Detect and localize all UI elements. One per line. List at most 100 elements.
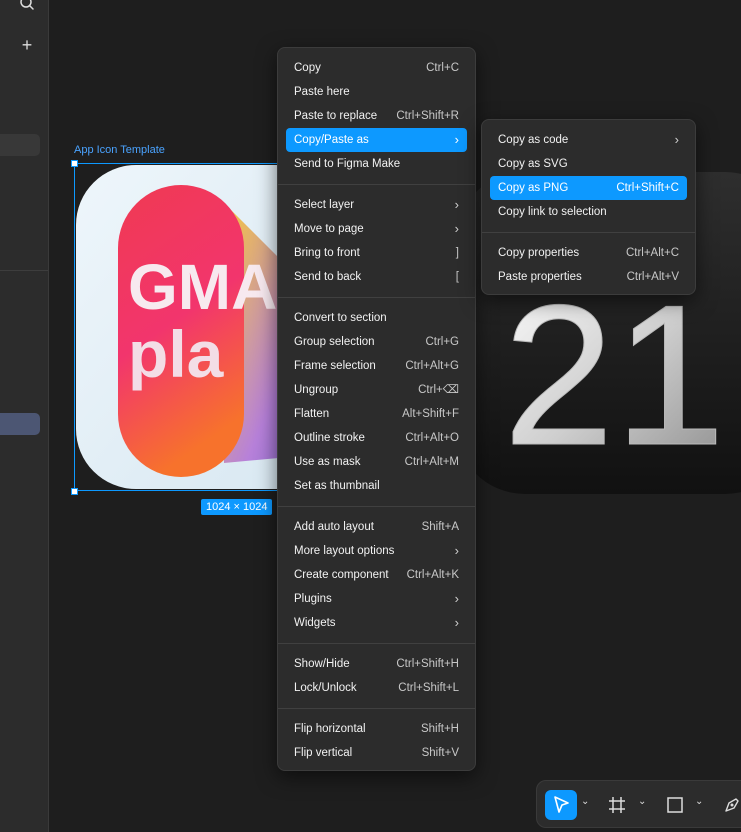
resize-handle-top-left[interactable] <box>71 160 78 167</box>
menu-item-label: Use as mask <box>294 456 361 468</box>
menu-item-shortcut: Alt+Shift+F <box>402 408 459 420</box>
menu-item-copy-as-svg[interactable]: Copy as SVG <box>490 152 687 176</box>
menu-item-shortcut: Ctrl+C <box>426 62 459 74</box>
frame-label[interactable]: App Icon Template <box>74 144 165 156</box>
menu-item-label: Copy properties <box>498 247 580 259</box>
menu-item-use-as-mask[interactable]: Use as mask Ctrl+Alt+M <box>286 450 467 474</box>
menu-item-label: Copy/Paste as <box>294 134 369 146</box>
menu-item-paste-to-replace[interactable]: Paste to replace Ctrl+Shift+R <box>286 104 467 128</box>
menu-item-shortcut: Ctrl+⌫ <box>418 384 459 396</box>
menu-item-shortcut: Ctrl+Alt+O <box>405 432 459 444</box>
chevron-down-icon[interactable]: ⌄ <box>581 797 591 807</box>
menu-item-label: Flip horizontal <box>294 723 366 735</box>
selection-box[interactable] <box>74 163 280 491</box>
menu-item-ungroup[interactable]: Ungroup Ctrl+⌫ <box>286 378 467 402</box>
menu-item-convert-to-section[interactable]: Convert to section <box>286 306 467 330</box>
menu-item-send-to-figma-make[interactable]: Send to Figma Make <box>286 152 467 176</box>
menu-item-flip-vertical[interactable]: Flip vertical Shift+V <box>286 741 467 765</box>
menu-item-label: Outline stroke <box>294 432 365 444</box>
menu-item-move-to-page[interactable]: Move to page › <box>286 217 467 241</box>
menu-item-copy-as-png[interactable]: Copy as PNG Ctrl+Shift+C <box>490 176 687 200</box>
chevron-right-icon: › <box>674 132 679 147</box>
menu-item-select-layer[interactable]: Select layer › <box>286 193 467 217</box>
chevron-right-icon: › <box>454 591 459 606</box>
menu-item-show-hide[interactable]: Show/Hide Ctrl+Shift+H <box>286 652 467 676</box>
menu-item-shortcut: Ctrl+Alt+K <box>406 569 459 581</box>
menu-item-widgets[interactable]: Widgets › <box>286 611 467 635</box>
menu-item-shortcut: Ctrl+Shift+R <box>396 110 459 122</box>
menu-item-paste-here[interactable]: Paste here <box>286 80 467 104</box>
chevron-down-icon[interactable]: ⌄ <box>695 797 705 807</box>
rectangle-tool-icon[interactable] <box>665 795 685 815</box>
menu-item-label: Copy as code <box>498 134 569 146</box>
menu-item-add-auto-layout[interactable]: Add auto layout Shift+A <box>286 515 467 539</box>
menu-item-label: Convert to section <box>294 312 387 324</box>
menu-item-copy-link-to-selection[interactable]: Copy link to selection <box>490 200 687 224</box>
sidebar-divider <box>0 270 48 271</box>
menu-item-label: More layout options <box>294 545 395 557</box>
menu-item-lock-unlock[interactable]: Lock/Unlock Ctrl+Shift+L <box>286 676 467 700</box>
menu-item-shortcut: ] <box>455 247 459 259</box>
menu-item-label: Frame selection <box>294 360 376 372</box>
pen-tool-icon[interactable] <box>722 795 741 815</box>
menu-separator <box>482 232 695 233</box>
menu-separator <box>278 297 475 298</box>
chevron-right-icon: › <box>454 197 459 212</box>
menu-item-label: Flatten <box>294 408 330 420</box>
icon-text-21: 21 <box>503 264 725 487</box>
chevron-right-icon: › <box>454 132 459 147</box>
menu-separator <box>278 184 475 185</box>
menu-item-paste-properties[interactable]: Paste properties Ctrl+Alt+V <box>490 265 687 289</box>
menu-item-label: Lock/Unlock <box>294 682 357 694</box>
menu-separator <box>278 643 475 644</box>
menu-item-set-as-thumbnail[interactable]: Set as thumbnail <box>286 474 467 498</box>
menu-item-label: Widgets <box>294 617 336 629</box>
menu-item-label: Plugins <box>294 593 332 605</box>
menu-item-label: Paste here <box>294 86 350 98</box>
context-menu: Copy Ctrl+C Paste here Paste to replace Ctrl… <box>277 47 476 771</box>
search-icon[interactable] <box>19 0 35 12</box>
chevron-right-icon: › <box>454 543 459 558</box>
menu-item-bring-to-front[interactable]: Bring to front] <box>286 241 467 265</box>
menu-item-more-layout-options[interactable]: More layout options › <box>286 539 467 563</box>
resize-handle-bottom-left[interactable] <box>71 488 78 495</box>
add-page-icon[interactable]: + <box>18 36 36 54</box>
menu-item-copy-properties[interactable]: Copy properties Ctrl+Alt+C <box>490 241 687 265</box>
copy-paste-as-submenu: Copy as code › Copy as SVG Copy as PNG Ctrl+… <box>481 119 696 295</box>
menu-item-label: Copy as PNG <box>498 182 569 194</box>
menu-item-label: Bring to front <box>294 247 360 259</box>
menu-item-plugins[interactable]: Plugins › <box>286 587 467 611</box>
menu-item-label: Create component <box>294 569 389 581</box>
menu-item-group-selection[interactable]: Group selection Ctrl+G <box>286 330 467 354</box>
frame-tool-icon[interactable] <box>607 795 627 815</box>
menu-item-copy[interactable]: Copy Ctrl+C <box>286 56 467 80</box>
menu-item-shortcut: Ctrl+Alt+G <box>405 360 459 372</box>
sidebar-layer-item-selected[interactable] <box>0 413 40 435</box>
menu-item-label: Copy as SVG <box>498 158 568 170</box>
menu-item-label: Select layer <box>294 199 355 211</box>
menu-item-label: Move to page <box>294 223 364 235</box>
menu-item-label: Copy <box>294 62 321 74</box>
menu-item-shortcut: Ctrl+Shift+H <box>396 658 459 670</box>
menu-item-label: Ungroup <box>294 384 339 396</box>
cursor-arrow-icon <box>554 796 569 813</box>
menu-item-label: Send to Figma Make <box>294 158 401 170</box>
move-tool-button[interactable] <box>545 790 577 820</box>
menu-item-flatten[interactable]: Flatten Alt+Shift+F <box>286 402 467 426</box>
menu-item-shortcut: Shift+A <box>421 521 459 533</box>
left-sidebar: + <box>0 0 49 832</box>
menu-item-copy-as-code[interactable]: Copy as code › <box>490 128 687 152</box>
menu-item-shortcut: Ctrl+Shift+C <box>616 182 679 194</box>
menu-item-send-to-back[interactable]: Send to back [ <box>286 265 467 289</box>
menu-item-create-component[interactable]: Create component Ctrl+Alt+K <box>286 563 467 587</box>
sidebar-page-item[interactable] <box>0 134 40 156</box>
menu-item-frame-selection[interactable]: Frame selection Ctrl+Alt+G <box>286 354 467 378</box>
menu-item-label: Add auto layout <box>294 521 374 533</box>
menu-item-outline-stroke[interactable]: Outline stroke Ctrl+Alt+O <box>286 426 467 450</box>
menu-item-copy-paste-as[interactable]: Copy/Paste as › <box>286 128 467 152</box>
chevron-down-icon[interactable]: ⌄ <box>638 797 648 807</box>
size-badge: 1024 × 1024 <box>201 499 273 515</box>
menu-item-flip-horizontal[interactable]: Flip horizontal Shift+H <box>286 717 467 741</box>
menu-item-shortcut: Shift+V <box>421 747 459 759</box>
menu-item-shortcut: Ctrl+Alt+V <box>626 271 679 283</box>
